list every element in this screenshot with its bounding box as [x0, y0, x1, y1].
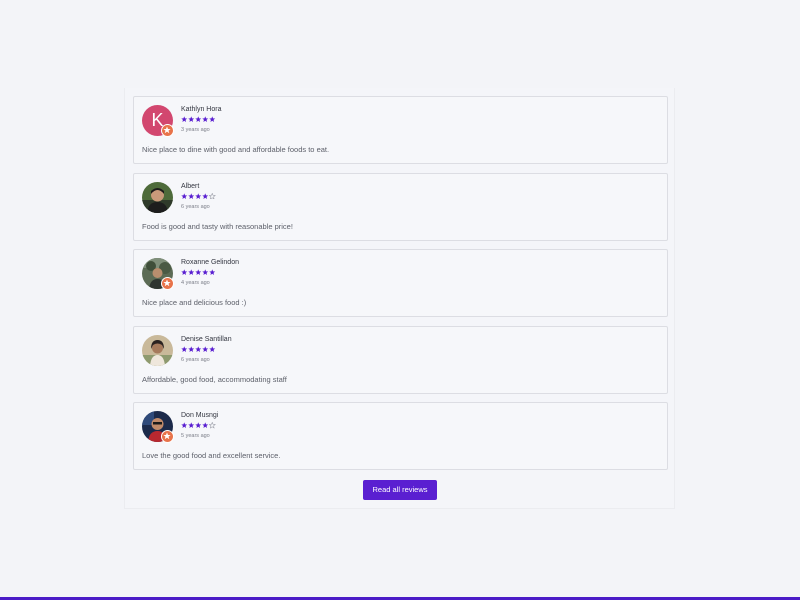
star-rating — [181, 192, 216, 201]
star-filled-icon — [202, 422, 209, 428]
page: K Kathlyn Hora 3 years ago Nice place to… — [0, 0, 800, 600]
review-card: Roxanne Gelindon 4 years ago Nice place … — [133, 249, 668, 317]
avatar — [142, 334, 173, 366]
star-filled-icon — [195, 422, 202, 428]
review-card: Denise Santillan 6 years ago Affordable,… — [133, 325, 668, 394]
review-card: K Kathlyn Hora 3 years ago Nice place to… — [133, 96, 668, 164]
star-filled-icon — [181, 422, 188, 428]
star-filled-icon — [195, 192, 202, 199]
star-filled-icon — [181, 345, 188, 352]
review-text: Nice place and delicious food :) — [142, 298, 247, 307]
local-guide-badge-icon — [161, 124, 174, 137]
review-time: 4 years ago — [181, 280, 210, 286]
local-guide-badge-icon — [161, 430, 174, 443]
star-rating — [181, 116, 216, 124]
review-text: Nice place to dine with good and afforda… — [142, 145, 330, 154]
star-rating — [181, 422, 216, 430]
reviewer-name: Roxanne Gelindon — [181, 259, 239, 266]
read-all-reviews-button[interactable]: Read all reviews — [363, 480, 437, 500]
star-filled-icon — [195, 116, 202, 122]
review-text: Food is good and tasty with reasonable p… — [142, 221, 293, 231]
star-filled-icon — [188, 422, 195, 428]
review-time: 6 years ago — [181, 356, 210, 363]
star-filled-icon — [195, 345, 202, 352]
review-time: 3 years ago — [181, 127, 210, 133]
star-filled-icon — [188, 345, 195, 352]
review-time: 5 years ago — [181, 433, 210, 439]
reviewer-name: Kathlyn Hora — [181, 106, 222, 113]
review-text: Affordable, good food, accommodating sta… — [142, 374, 287, 384]
star-filled-icon — [188, 192, 195, 199]
reviewer-name: Don Musngi — [181, 412, 219, 419]
review-card: Don Musngi 5 years ago Love the good foo… — [133, 402, 668, 470]
star-filled-icon — [188, 116, 195, 122]
review-text: Love the good food and excellent service… — [142, 451, 281, 460]
star-filled-icon — [181, 116, 188, 122]
star-rating — [181, 269, 216, 277]
star-filled-icon — [181, 192, 188, 199]
avatar — [142, 181, 173, 213]
star-filled-icon — [195, 269, 202, 275]
reviews-widget: K Kathlyn Hora 3 years ago Nice place to… — [124, 88, 675, 509]
star-filled-icon — [202, 345, 209, 352]
star-filled-icon — [209, 116, 216, 122]
star-filled-icon — [202, 269, 209, 275]
local-guide-badge-icon — [161, 277, 174, 290]
reviewer-name: Albert — [181, 182, 200, 190]
reviewer-name: Denise Santillan — [181, 335, 232, 343]
review-time: 6 years ago — [181, 203, 210, 210]
review-card: Albert 6 years ago Food is good and tast… — [133, 172, 668, 241]
star-filled-icon — [188, 269, 195, 275]
star-filled-icon — [181, 269, 188, 275]
star-empty-icon — [209, 192, 216, 199]
star-rating — [181, 345, 216, 354]
star-filled-icon — [209, 269, 216, 275]
star-filled-icon — [202, 192, 209, 199]
star-filled-icon — [209, 345, 216, 352]
star-filled-icon — [202, 116, 209, 122]
star-empty-icon — [209, 422, 216, 429]
